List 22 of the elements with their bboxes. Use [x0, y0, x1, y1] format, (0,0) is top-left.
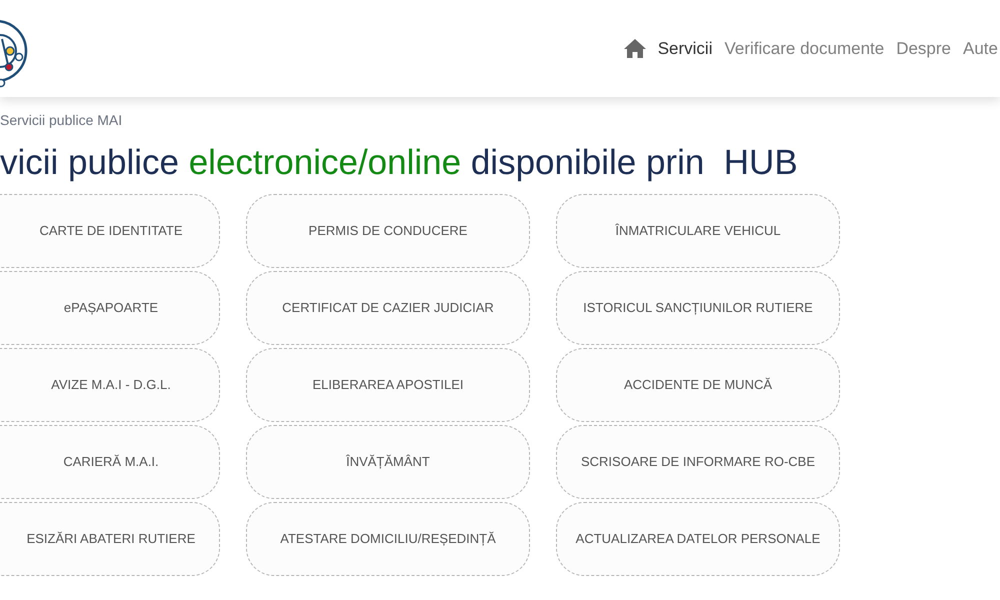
service-card[interactable]: CARTE DE IDENTITATE	[0, 194, 220, 268]
home-icon[interactable]	[624, 39, 646, 58]
service-card[interactable]: CARIERĂ M.A.I.	[0, 425, 220, 499]
service-card[interactable]: ÎNVĂȚĂMÂNT	[246, 425, 530, 499]
service-card[interactable]: CERTIFICAT DE CAZIER JUDICIAR	[246, 271, 530, 345]
nav-link[interactable]: Despre	[896, 36, 952, 62]
breadcrumb: Servicii publice MAI	[0, 111, 124, 129]
service-card[interactable]: SCRISOARE DE INFORMARE RO-CBE	[556, 425, 840, 499]
page-heading: vicii publice electronice/online disponibile prin HUB	[0, 142, 799, 184]
service-card[interactable]: ACTUALIZAREA DATELOR PERSONALE	[556, 502, 840, 576]
nav-link[interactable]: Servicii	[658, 36, 712, 62]
service-card[interactable]: AVIZE M.A.I - D.G.L.	[0, 348, 220, 422]
service-card[interactable]: ACCIDENTE DE MUNCĂ	[556, 348, 840, 422]
service-card[interactable]: ATESTARE DOMICILIU/REȘEDINȚĂ	[246, 502, 530, 576]
nav-link[interactable]: Aute	[963, 36, 998, 62]
service-card[interactable]: ELIBERAREA APOSTILEI	[246, 348, 530, 422]
service-card[interactable]: ISTORICUL SANCȚIUNILOR RUTIERE	[556, 271, 840, 345]
service-card[interactable]: ePAȘAPOARTE	[0, 271, 220, 345]
service-card[interactable]: PERMIS DE CONDUCERE	[246, 194, 530, 268]
nav-link[interactable]: Verificare documente	[724, 36, 884, 62]
service-card[interactable]: ÎNMATRICULARE VEHICUL	[556, 194, 840, 268]
service-card[interactable]: ESIZĂRI ABATERI RUTIERE	[0, 502, 220, 576]
